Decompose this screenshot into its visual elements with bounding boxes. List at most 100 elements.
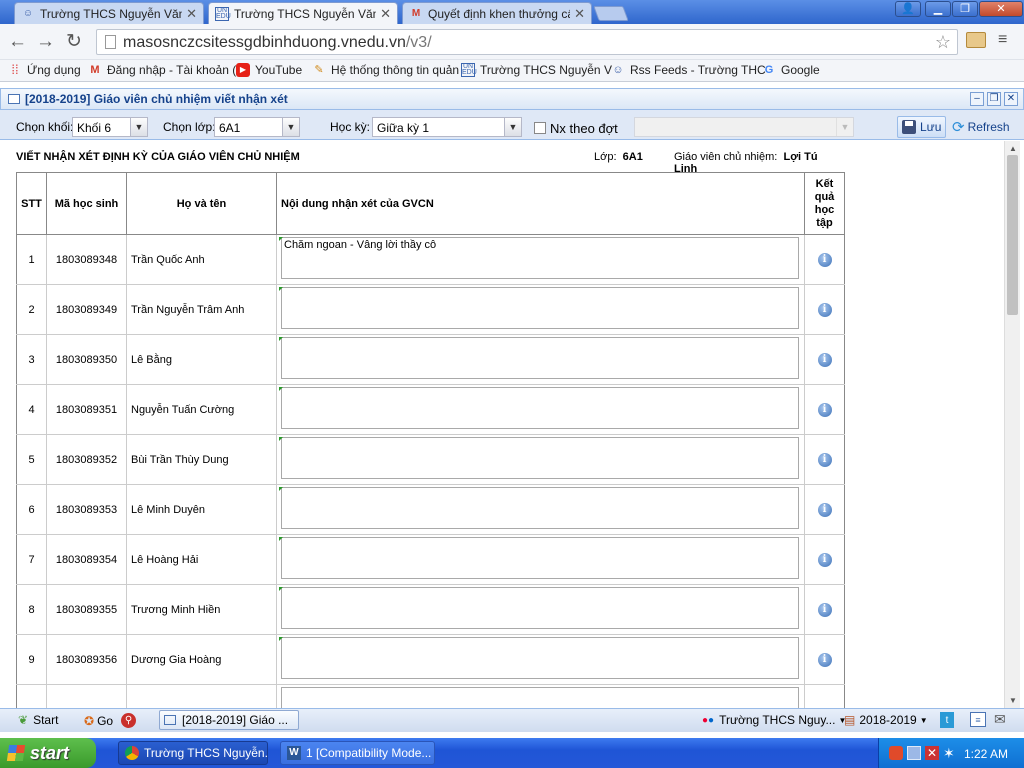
extension-icon[interactable] — [966, 32, 986, 48]
chevron-down-icon[interactable]: ▼ — [282, 118, 299, 136]
nhan-xet-cell — [276, 584, 805, 635]
nhan-xet-input[interactable] — [281, 587, 799, 629]
address-bar[interactable]: masosnczcsitessgdbinhduong.vnedu.vn/v3/ … — [96, 29, 958, 55]
app-start-button[interactable]: ❦ Start — [18, 713, 58, 727]
nx-theo-dot-checkbox[interactable] — [534, 122, 546, 134]
leaf-icon: ❦ — [18, 713, 29, 727]
shield-icon[interactable] — [889, 746, 903, 760]
bookmark-youtube[interactable]: ▶ YouTube — [236, 63, 302, 77]
bookmarks-bar: ⁞⁞ Ứng dụng M Đăng nhập - Tài khoản ( ▶ … — [0, 60, 1024, 82]
taskbar-item-word[interactable]: W 1 [Compatibility Mode... — [280, 741, 435, 765]
bookmark-apps[interactable]: ⁞⁞ Ứng dụng — [8, 63, 80, 78]
browser-toolbar: ← → ↻ masosnczcsitessgdbinhduong.vnedu.v… — [0, 24, 1024, 60]
app-window-button[interactable]: [2018-2019] Giáo ... — [159, 710, 299, 730]
nhan-xet-input[interactable] — [281, 537, 799, 579]
info-icon[interactable]: i — [817, 402, 832, 417]
restore-button[interactable]: ❐ — [952, 1, 978, 17]
star-icon[interactable]: ✶ — [943, 746, 957, 760]
panel-close-button[interactable]: ✕ — [1004, 92, 1018, 106]
close-tab-icon[interactable]: ✕ — [186, 6, 197, 22]
close-tab-icon[interactable]: ✕ — [574, 6, 585, 22]
scroll-down-icon[interactable]: ▼ — [1009, 696, 1017, 705]
ho-ten-cell: Nguyễn Tuấn Cường — [126, 384, 277, 435]
new-tab-button[interactable] — [593, 6, 629, 21]
gmail-icon: M — [90, 64, 100, 76]
mail-icon[interactable]: ✉ — [994, 711, 1006, 728]
caret-down-icon: ▼ — [919, 715, 928, 725]
tab-title: Quyết định khen thưởng cấp — [428, 6, 571, 21]
user-icon[interactable]: 👤 — [895, 1, 921, 17]
browser-tab-3[interactable]: M Quyết định khen thưởng cấp ✕ — [402, 2, 592, 24]
pencil-icon: ✎ — [314, 64, 324, 76]
windows-start-button[interactable]: start — [0, 738, 96, 768]
reload-icon[interactable]: ↻ — [66, 32, 82, 52]
browser-tab-1[interactable]: ☺ Trường THCS Nguyễn Văn Cừ ✕ — [14, 2, 204, 24]
taskbar-item-chrome[interactable]: Trường THCS Nguyễn... — [118, 741, 268, 765]
hocky-select[interactable]: Giữa kỳ 1 ▼ — [372, 117, 522, 137]
ma-hoc-sinh-cell: 1803089355 — [46, 584, 127, 635]
info-icon[interactable]: i — [817, 302, 832, 317]
info-icon[interactable]: i — [817, 502, 832, 517]
panel-maximize-button[interactable]: ❐ — [987, 92, 1001, 106]
browser-tab-2[interactable]: UNEDU Trường THCS Nguyễn Văn Cừ ✕ — [208, 2, 398, 24]
table-row: 6 1803089353 Lê Minh Duyên i — [16, 484, 845, 535]
nhan-xet-input[interactable] — [281, 437, 799, 479]
stt-cell: 1 — [16, 234, 47, 285]
back-icon[interactable]: ← — [8, 32, 27, 52]
notes-icon[interactable]: ≡ — [970, 712, 986, 727]
bookmark-vnedu[interactable]: UN EDU Trường THCS Nguyễn V — [461, 63, 612, 77]
bookmark-star-icon[interactable]: ☆ — [935, 32, 951, 53]
vertical-scrollbar[interactable]: ▲ ▼ — [1004, 141, 1020, 708]
year-selector[interactable]: ▤ 2018-2019 ▼ — [844, 713, 928, 727]
table-row — [16, 684, 845, 708]
chevron-down-icon[interactable]: ▼ — [504, 118, 521, 136]
tile-icon[interactable]: t — [940, 712, 954, 728]
browser-tab-strip: ☺ Trường THCS Nguyễn Văn Cừ ✕ UNEDU Trườ… — [0, 0, 1024, 24]
info-icon[interactable]: i — [817, 352, 832, 367]
nhan-xet-input[interactable] — [281, 687, 799, 708]
ma-hoc-sinh-cell: 1803089356 — [46, 634, 127, 685]
menu-icon[interactable]: ≡ — [998, 32, 1007, 48]
khoi-select[interactable]: Khối 6 ▼ — [72, 117, 148, 137]
info-icon[interactable]: i — [817, 652, 832, 667]
forward-icon[interactable]: → — [36, 32, 55, 52]
ho-ten-cell: Trần Quốc Anh — [126, 234, 277, 285]
scroll-thumb[interactable] — [1007, 155, 1018, 315]
minimize-button[interactable]: ▁ — [925, 1, 951, 17]
nhan-xet-input[interactable] — [281, 337, 799, 379]
vnedu-icon: UN EDU — [215, 6, 231, 21]
ket-qua-cell — [804, 684, 845, 708]
nhan-xet-input[interactable]: Chăm ngoan - Vâng lời thầy cô — [281, 237, 799, 279]
nhan-xet-input[interactable] — [281, 487, 799, 529]
ma-hoc-sinh-cell: 1803089353 — [46, 484, 127, 535]
nhan-xet-input[interactable] — [281, 287, 799, 329]
info-icon[interactable]: i — [817, 452, 832, 467]
bookmark-hethong[interactable]: ✎ Hệ thống thông tin quản — [312, 63, 459, 77]
ket-qua-cell: i — [804, 234, 845, 285]
bookmark-google[interactable]: G Google — [762, 63, 820, 77]
close-window-button[interactable]: ✕ — [979, 1, 1023, 17]
go-button[interactable]: ✪ Go ⚲ — [84, 713, 137, 728]
nhan-xet-input[interactable] — [281, 637, 799, 679]
bookmark-gmail[interactable]: M Đăng nhập - Tài khoản ( — [88, 63, 236, 77]
ket-qua-cell: i — [804, 434, 845, 485]
lop-select[interactable]: 6A1 ▼ — [214, 117, 300, 137]
close-tab-icon[interactable]: ✕ — [380, 6, 391, 22]
scroll-up-icon[interactable]: ▲ — [1009, 144, 1017, 153]
ho-ten-cell: Lê Hoàng Hải — [126, 534, 277, 585]
x-icon[interactable]: ✕ — [925, 746, 939, 760]
info-icon[interactable]: i — [817, 552, 832, 567]
bookmark-rss[interactable]: ☺ Rss Feeds - Trường THC — [611, 63, 765, 77]
info-icon[interactable]: i — [817, 252, 832, 267]
panel-minimize-button[interactable]: – — [970, 92, 984, 106]
refresh-button[interactable]: ⟳ Refresh — [948, 116, 1014, 138]
info-icon[interactable]: i — [817, 602, 832, 617]
nhan-xet-input[interactable] — [281, 387, 799, 429]
filter-toolbar: Chọn khối: Khối 6 ▼ Chọn lớp: 6A1 ▼ Học … — [0, 110, 1024, 140]
search-icon[interactable]: ⚲ — [121, 713, 137, 728]
chevron-down-icon[interactable]: ▼ — [130, 118, 147, 136]
save-button[interactable]: Lưu — [897, 116, 947, 138]
chevron-down-icon: ▼ — [836, 118, 853, 136]
school-selector[interactable]: ●● Trường THCS Nguy... ▼ — [702, 713, 846, 727]
network-icon[interactable] — [907, 746, 921, 760]
